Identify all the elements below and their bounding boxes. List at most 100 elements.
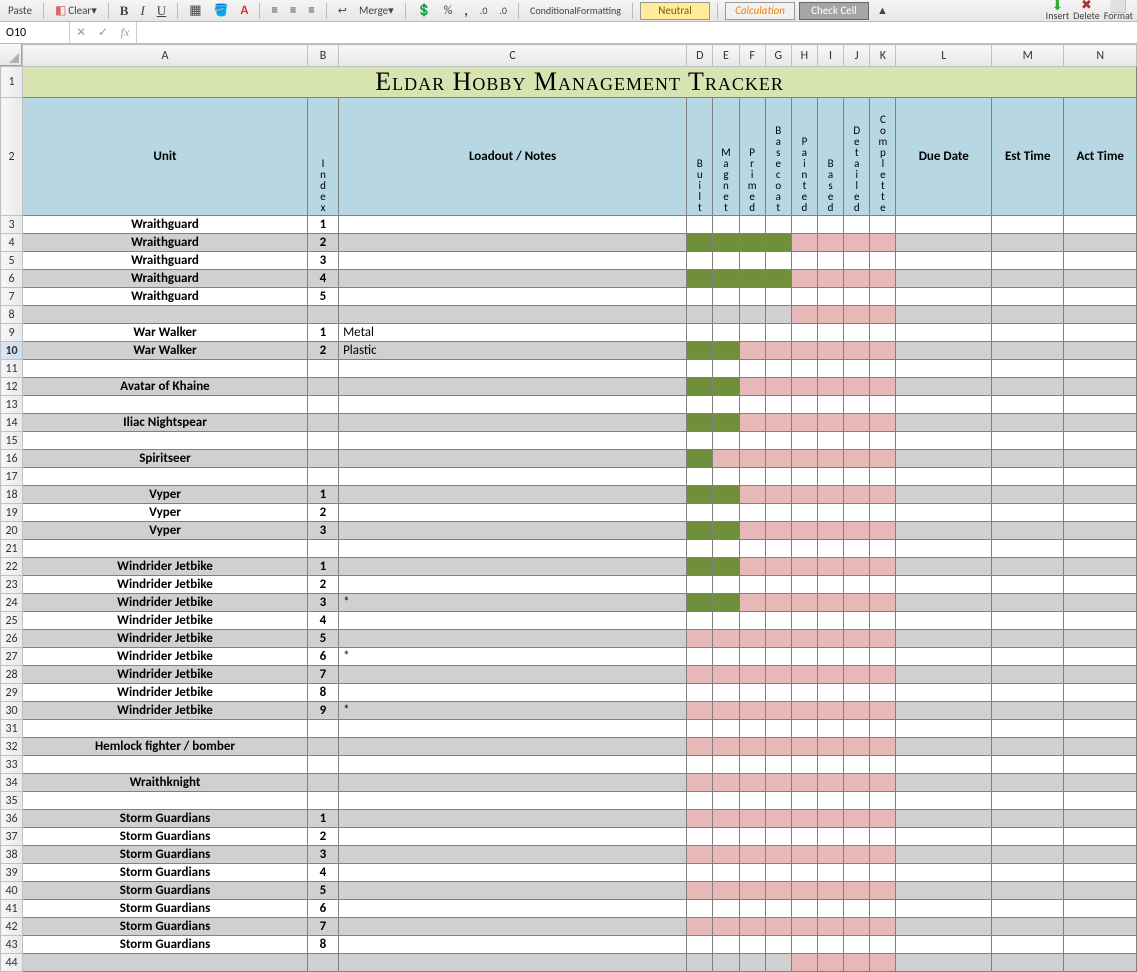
cell-status[interactable] xyxy=(870,216,896,234)
cell-est[interactable] xyxy=(992,324,1064,342)
cell-act[interactable] xyxy=(1064,666,1137,684)
cell-status[interactable] xyxy=(791,540,817,558)
cell-status[interactable] xyxy=(870,954,896,972)
cell-unit[interactable] xyxy=(23,540,308,558)
cell-status[interactable] xyxy=(713,882,739,900)
cell-index[interactable]: 1 xyxy=(307,486,338,504)
cell-due[interactable] xyxy=(896,306,992,324)
cell-status[interactable] xyxy=(765,378,791,396)
cell-status[interactable] xyxy=(713,774,739,792)
cell-notes[interactable] xyxy=(339,810,687,828)
cell-status[interactable] xyxy=(739,360,765,378)
cell-est[interactable] xyxy=(992,234,1064,252)
cell-index[interactable]: 2 xyxy=(307,342,338,360)
cell-status[interactable] xyxy=(713,612,739,630)
cell-status[interactable] xyxy=(817,540,843,558)
cell-status[interactable] xyxy=(765,702,791,720)
cell-status[interactable] xyxy=(713,378,739,396)
row-header[interactable]: 18 xyxy=(1,486,23,504)
column-header-D[interactable]: D xyxy=(687,45,713,67)
cell-notes[interactable] xyxy=(339,720,687,738)
cell-est[interactable] xyxy=(992,378,1064,396)
cell-status[interactable] xyxy=(687,702,713,720)
cell-status[interactable] xyxy=(817,270,843,288)
cell-est[interactable] xyxy=(992,738,1064,756)
column-header-B[interactable]: B xyxy=(307,45,338,67)
row-header[interactable]: 22 xyxy=(1,558,23,576)
cell-status[interactable] xyxy=(687,756,713,774)
cell-status[interactable] xyxy=(713,900,739,918)
sheet-title[interactable]: Eldar Hobby Management Tracker xyxy=(23,67,1137,98)
cell-notes[interactable] xyxy=(339,918,687,936)
cell-index[interactable] xyxy=(307,954,338,972)
cell-status[interactable] xyxy=(765,270,791,288)
cell-est[interactable] xyxy=(992,702,1064,720)
column-header-M[interactable]: M xyxy=(992,45,1064,67)
cell-status[interactable] xyxy=(739,594,765,612)
cell-notes[interactable] xyxy=(339,288,687,306)
cell-status[interactable] xyxy=(817,504,843,522)
font-color-button[interactable] xyxy=(236,2,252,20)
fx-icon[interactable]: fx xyxy=(114,25,136,40)
cell-status[interactable] xyxy=(844,846,870,864)
cell-status[interactable] xyxy=(817,792,843,810)
cell-status[interactable] xyxy=(870,666,896,684)
cell-status[interactable] xyxy=(765,342,791,360)
cell-due[interactable] xyxy=(896,684,992,702)
cell-status[interactable] xyxy=(817,378,843,396)
cell-status[interactable] xyxy=(791,684,817,702)
cell-index[interactable]: 5 xyxy=(307,288,338,306)
cell-status[interactable] xyxy=(687,396,713,414)
row-header[interactable]: 21 xyxy=(1,540,23,558)
name-box[interactable]: O10 xyxy=(0,22,70,43)
cell-status[interactable] xyxy=(713,270,739,288)
cell-index[interactable]: 8 xyxy=(307,936,338,954)
cell-notes[interactable] xyxy=(339,900,687,918)
cell-index[interactable]: 1 xyxy=(307,810,338,828)
cell-status[interactable] xyxy=(713,594,739,612)
cell-act[interactable] xyxy=(1064,450,1137,468)
cell-status[interactable] xyxy=(870,936,896,954)
cell-status[interactable] xyxy=(713,288,739,306)
cell-status[interactable] xyxy=(817,396,843,414)
cell-status[interactable] xyxy=(870,504,896,522)
cell-act[interactable] xyxy=(1064,630,1137,648)
cell-due[interactable] xyxy=(896,486,992,504)
cell-status[interactable] xyxy=(739,342,765,360)
cell-unit[interactable]: Wraithguard xyxy=(23,270,308,288)
cell-status[interactable] xyxy=(739,216,765,234)
cell-status[interactable] xyxy=(739,612,765,630)
cell-status[interactable] xyxy=(713,540,739,558)
row-header[interactable]: 2 xyxy=(1,98,23,216)
cell-due[interactable] xyxy=(896,810,992,828)
cell-status[interactable] xyxy=(687,648,713,666)
cell-status[interactable] xyxy=(791,234,817,252)
cell-status[interactable] xyxy=(687,774,713,792)
header-index[interactable]: Index xyxy=(307,98,338,216)
cell-notes[interactable] xyxy=(339,396,687,414)
cell-status[interactable] xyxy=(739,522,765,540)
cell-notes[interactable] xyxy=(339,936,687,954)
cell-status[interactable] xyxy=(791,630,817,648)
cell-due[interactable] xyxy=(896,468,992,486)
conditional-formatting-button[interactable]: ConditionalFormatting xyxy=(526,2,625,20)
cell-status[interactable] xyxy=(739,396,765,414)
cell-status[interactable] xyxy=(870,450,896,468)
row-header[interactable]: 7 xyxy=(1,288,23,306)
bold-button[interactable]: B xyxy=(116,2,133,20)
cell-status[interactable] xyxy=(765,720,791,738)
cell-status[interactable] xyxy=(870,378,896,396)
cell-unit[interactable]: Storm Guardians xyxy=(23,936,308,954)
cell-index[interactable]: 4 xyxy=(307,270,338,288)
cell-act[interactable] xyxy=(1064,234,1137,252)
cell-notes[interactable] xyxy=(339,378,687,396)
cell-status[interactable] xyxy=(687,684,713,702)
cell-est[interactable] xyxy=(992,450,1064,468)
cell-status[interactable] xyxy=(844,612,870,630)
align-left-button[interactable] xyxy=(267,2,281,20)
cell-act[interactable] xyxy=(1064,954,1137,972)
cell-est[interactable] xyxy=(992,396,1064,414)
cell-due[interactable] xyxy=(896,612,992,630)
cell-status[interactable] xyxy=(817,612,843,630)
cell-index[interactable]: 3 xyxy=(307,594,338,612)
